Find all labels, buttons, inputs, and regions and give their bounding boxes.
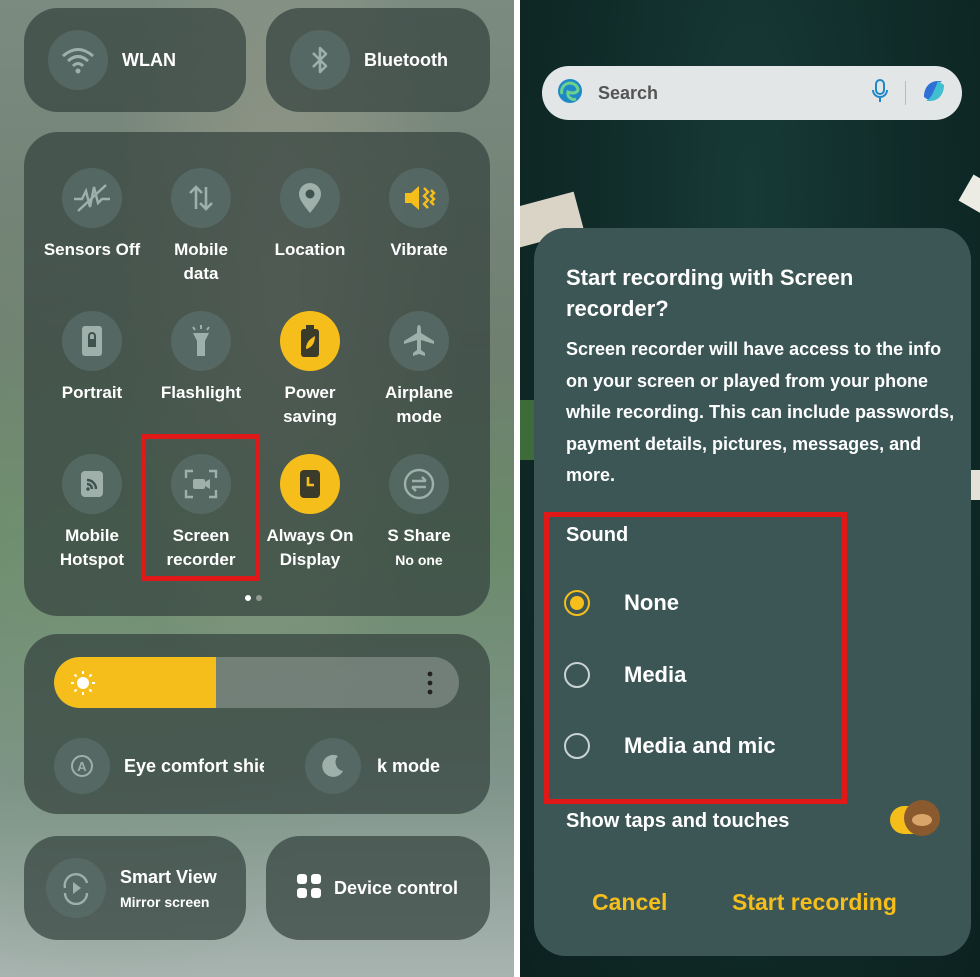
tile-label-line2: data	[183, 264, 219, 283]
bear-sticker-icon	[904, 800, 940, 836]
search-separator	[905, 81, 906, 105]
tile-portrait[interactable]: Portrait	[38, 311, 146, 405]
tile-label: Portrait	[61, 383, 123, 402]
dialog-body: Screen recorder will have access to the …	[566, 339, 955, 485]
portrait-lock-icon	[62, 311, 122, 371]
bluetooth-label: Bluetooth	[364, 49, 448, 70]
airplane-icon	[389, 311, 449, 371]
dark-mode-label: k mode	[377, 755, 441, 776]
tile-sensors-off[interactable]: Sensors Off	[38, 168, 146, 262]
tile-label-line2: Hotspot	[59, 550, 125, 569]
vibrate-icon	[389, 168, 449, 228]
tile-label: S Share	[387, 526, 451, 545]
copilot-icon[interactable]	[920, 77, 948, 110]
mobile-data-icon	[171, 168, 231, 228]
tile-label: Sensors Off	[43, 240, 141, 259]
tile-mobile-data[interactable]: Mobile data	[147, 168, 255, 286]
always-on-display-icon	[280, 454, 340, 514]
tile-always-on-display[interactable]: Always On Display	[256, 454, 364, 572]
quick-settings-panel: WLAN Bluetooth Sensors Off Mobile data Lo…	[0, 0, 514, 977]
tile-mobile-hotspot[interactable]: Mobile Hotspot	[38, 454, 146, 572]
show-taps-toggle[interactable]	[890, 800, 940, 836]
page-dot	[256, 595, 262, 601]
highlight-box	[141, 434, 260, 581]
dark-mode-toggle[interactable]: k mode	[305, 738, 440, 794]
tile-sublabel: No one	[395, 552, 443, 568]
bluetooth-toggle[interactable]: Bluetooth	[266, 8, 490, 112]
show-taps-label: Show taps and touches	[566, 810, 790, 832]
decorative-rock	[958, 174, 980, 216]
tile-label-line2: saving	[283, 407, 337, 426]
power-saving-icon	[280, 311, 340, 371]
smart-view-title: Smart View	[120, 866, 217, 887]
tile-flashlight[interactable]: Flashlight	[147, 311, 255, 405]
search-input[interactable]: Search	[598, 83, 871, 104]
tile-label-line1: Airplane	[384, 383, 454, 402]
tile-label-line1: Mobile	[174, 240, 228, 259]
wlan-toggle[interactable]: WLAN	[24, 8, 246, 112]
brightness-more-icon[interactable]	[424, 669, 436, 697]
tile-label-line1: Mobile	[65, 526, 119, 545]
microphone-icon[interactable]	[871, 78, 889, 109]
location-icon	[280, 168, 340, 228]
svg-text:A: A	[77, 759, 87, 774]
tile-label: Flashlight	[160, 383, 242, 402]
moon-icon	[305, 738, 361, 794]
device-control-icon	[296, 873, 322, 904]
sun-icon	[70, 670, 96, 701]
eye-comfort-icon: A	[54, 738, 110, 794]
tile-label: Location	[274, 240, 346, 259]
start-recording-button[interactable]: Start recording	[732, 889, 897, 916]
tile-label-line2: Display	[279, 550, 341, 569]
s-share-icon	[389, 454, 449, 514]
tile-label-line1: Always On	[266, 526, 354, 545]
recording-dialog: Start recording with Screen recorder? Sc…	[534, 228, 971, 956]
dialog-title: Start recording with Screen recorder?	[566, 265, 854, 321]
device-control-label: Device control	[334, 877, 459, 898]
eye-comfort-toggle[interactable]: A Eye comfort shie	[54, 738, 264, 794]
tile-airplane-mode[interactable]: Airplane mode	[365, 311, 473, 429]
page-indicator	[245, 595, 262, 601]
tile-label: Vibrate	[390, 240, 448, 259]
cancel-button[interactable]: Cancel	[592, 889, 667, 916]
edge-icon	[556, 77, 584, 110]
eye-comfort-label: Eye comfort shie	[124, 755, 264, 776]
tile-power-saving[interactable]: Power saving	[256, 311, 364, 429]
hotspot-icon	[62, 454, 122, 514]
wlan-label: WLAN	[122, 49, 176, 70]
smart-view-subtitle: Mirror screen	[120, 893, 210, 910]
smart-view-icon	[46, 858, 106, 918]
search-bar[interactable]: Search	[542, 66, 962, 120]
tile-vibrate[interactable]: Vibrate	[365, 168, 473, 262]
device-control-button[interactable]: Device control	[266, 836, 490, 940]
screen-recorder-dialog-screen: Search Start recording with Screen recor…	[520, 0, 980, 977]
tile-s-share[interactable]: S Share No one	[365, 454, 473, 572]
flashlight-icon	[171, 311, 231, 371]
wifi-icon	[48, 30, 108, 90]
tile-label-line2: mode	[396, 407, 442, 426]
smart-view-button[interactable]: Smart View Mirror screen	[24, 836, 246, 940]
sensors-off-icon	[62, 168, 122, 228]
highlight-box	[544, 512, 847, 804]
tile-label-line1: Power	[284, 383, 336, 402]
bluetooth-icon	[290, 30, 350, 90]
brightness-slider[interactable]	[54, 657, 459, 708]
tile-location[interactable]: Location	[256, 168, 364, 262]
page-dot-active	[245, 595, 251, 601]
